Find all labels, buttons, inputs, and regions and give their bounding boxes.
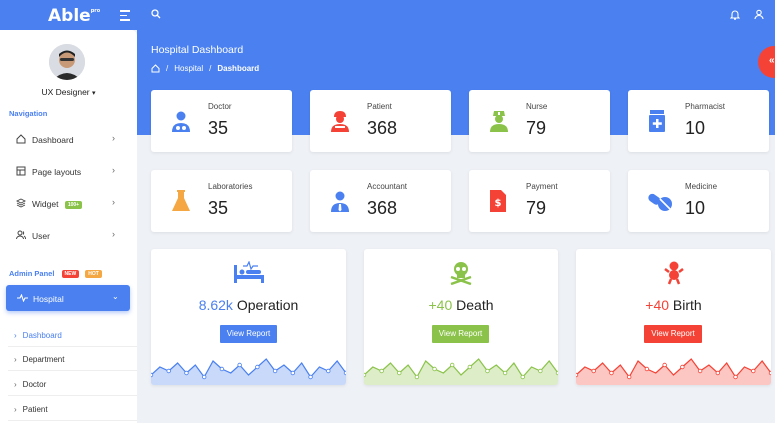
pharmacist-icon <box>649 110 665 132</box>
sidebar-item-page-layouts[interactable]: Page layouts › <box>0 162 137 182</box>
stat-card-doctor: Doctor 35 <box>151 90 292 152</box>
baby-icon <box>663 261 684 285</box>
users-icon <box>16 230 26 240</box>
widget-count-badge: 100+ <box>64 200 83 209</box>
chevron-down-icon: ⌄ <box>112 292 119 301</box>
view-report-button[interactable]: View Report <box>644 325 702 343</box>
top-bar <box>0 0 775 30</box>
view-report-button[interactable]: View Report <box>220 325 277 343</box>
user-name[interactable]: UX Designer ▾ <box>0 87 137 97</box>
activity-icon <box>17 294 28 302</box>
bed-icon <box>233 260 264 283</box>
birth-sparkline <box>576 358 771 385</box>
chevron-right-icon: › <box>112 197 115 207</box>
menu-toggle-icon[interactable] <box>120 10 130 24</box>
home-icon[interactable] <box>151 64 160 73</box>
stat-card-nurse: Nurse 79 <box>469 90 610 152</box>
sidebar-item-hospital[interactable]: Hospital ⌄ <box>6 285 130 311</box>
view-report-button[interactable]: View Report <box>432 325 489 343</box>
chevron-right-icon: › <box>112 165 115 175</box>
search-icon[interactable] <box>151 9 161 19</box>
sidebar-item-user[interactable]: User › <box>0 226 137 246</box>
operation-sparkline <box>151 358 346 385</box>
breadcrumb-hospital[interactable]: Hospital <box>174 64 203 73</box>
death-sparkline <box>364 358 558 385</box>
flask-icon <box>172 190 190 211</box>
subitem-doctor[interactable]: › Doctor <box>8 372 137 396</box>
page-title: Hospital Dashboard <box>151 44 244 56</box>
new-badge: NEW <box>61 270 80 279</box>
accountant-icon <box>331 191 349 212</box>
subitem-patient[interactable]: › Patient <box>8 397 137 421</box>
user-icon[interactable] <box>754 9 764 20</box>
nurse-icon <box>490 111 508 132</box>
sidebar-item-dashboard[interactable]: Dashboard › <box>0 130 137 150</box>
breadcrumb: / Hospital / Dashboard <box>151 64 259 73</box>
report-card-operation: 8.62k Operation View Report <box>151 249 346 385</box>
app-logo[interactable]: Ablepro <box>48 6 100 26</box>
subitem-dashboard[interactable]: › Dashboard <box>8 323 137 347</box>
avatar[interactable] <box>49 44 85 80</box>
nav-caption: Navigation <box>9 109 48 118</box>
svg-text:$: $ <box>495 198 502 209</box>
skull-icon <box>450 262 472 286</box>
subitem-department[interactable]: › Department <box>8 347 137 371</box>
home-icon <box>16 134 26 144</box>
pills-icon <box>648 193 672 211</box>
stat-card-accountant: Accountant 368 <box>310 170 451 232</box>
stat-card-medicine: Medicine 10 <box>628 170 769 232</box>
sidebar: UX Designer ▾ Navigation Dashboard › Page… <box>0 30 137 423</box>
layers-icon <box>16 198 26 208</box>
doctor-icon <box>172 111 190 132</box>
invoice-icon: $ <box>490 190 506 212</box>
chevron-right-icon: › <box>112 229 115 239</box>
hot-badge: HOT <box>85 270 102 279</box>
report-card-birth: +40 Birth View Report <box>576 249 771 385</box>
chevron-right-icon: › <box>112 133 115 143</box>
stat-card-payment: $ Payment 79 <box>469 170 610 232</box>
layout-icon <box>16 166 26 176</box>
sidebar-item-widget[interactable]: Widget 100+ › <box>0 194 137 214</box>
stat-card-patient: Patient 368 <box>310 90 451 152</box>
patient-icon <box>331 111 349 132</box>
bell-icon[interactable] <box>730 9 740 20</box>
stat-card-pharmacist: Pharmacist 10 <box>628 90 769 152</box>
report-card-death: +40 Death View Report <box>364 249 558 385</box>
breadcrumb-dashboard: Dashboard <box>217 64 260 73</box>
stat-card-laboratories: Laboratories 35 <box>151 170 292 232</box>
admin-caption: Admin Panel NEW HOT <box>9 269 102 279</box>
